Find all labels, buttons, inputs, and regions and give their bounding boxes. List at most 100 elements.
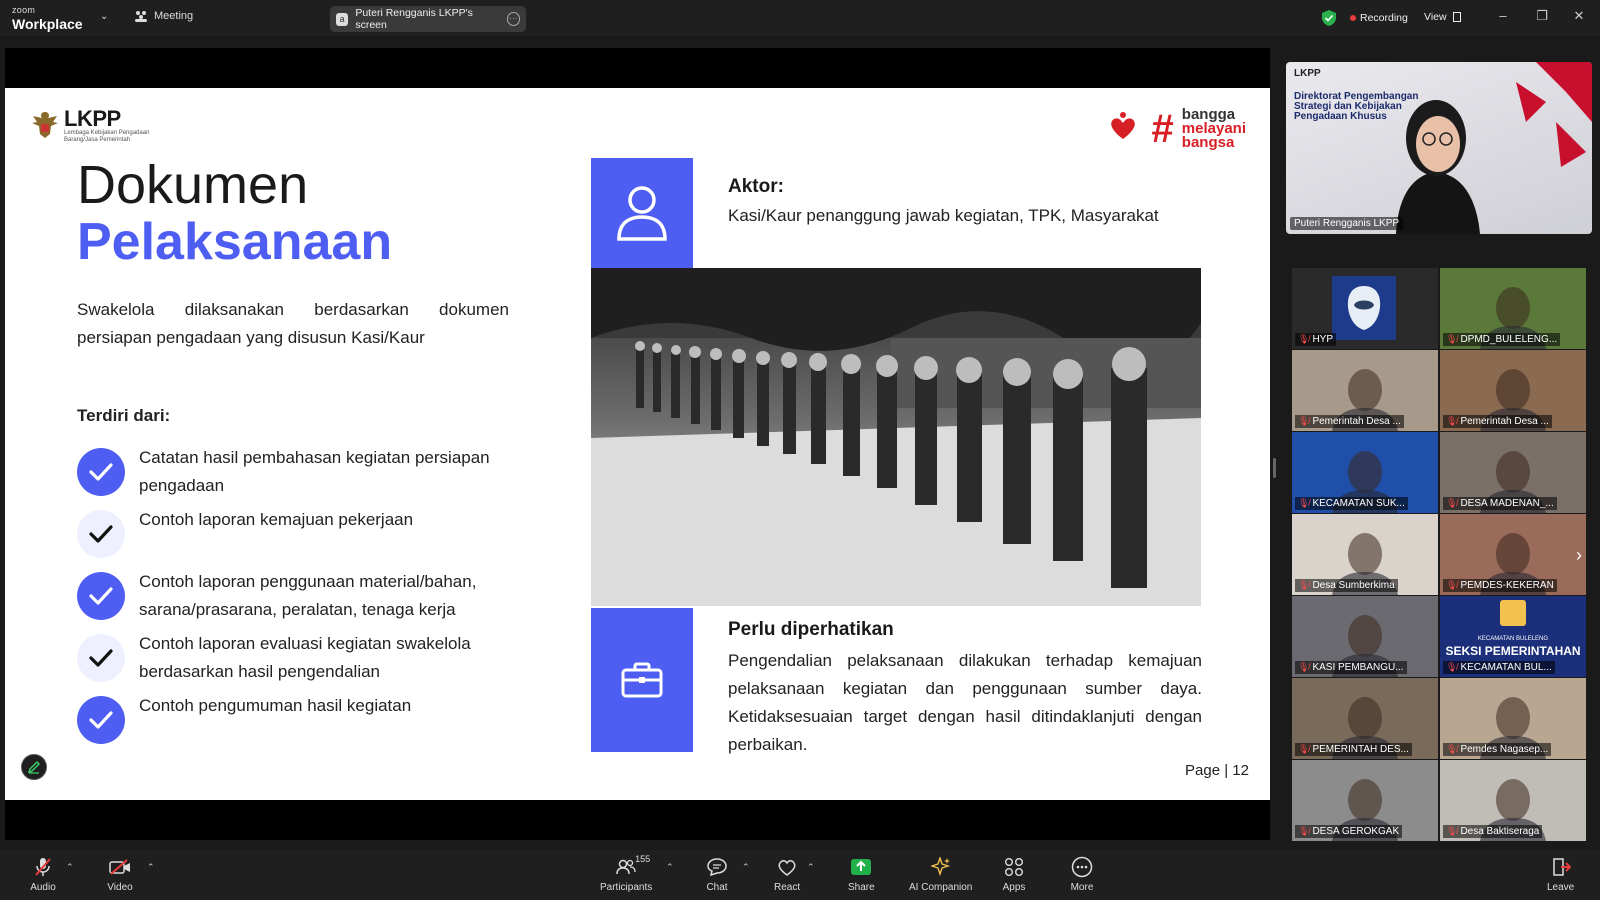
presentation-slide: LKPP Lembaga Kebijakan Pengadaan Barang/… <box>5 88 1270 800</box>
user-icon <box>617 186 667 241</box>
participant-name: Desa Baktiseraga <box>1460 826 1540 837</box>
leave-label: Leave <box>1547 882 1575 893</box>
checklist: Catatan hasil pembahasan kegiatan persia… <box>77 444 537 754</box>
video-options-caret-icon[interactable]: ⌃ <box>147 862 155 873</box>
participants-button[interactable]: 155 Participants <box>600 854 653 893</box>
meeting-controls-toolbar: Audio ⌃ Video ⌃ 155 Participants ⌃ Chat … <box>0 850 1600 900</box>
participants-icon <box>616 859 636 875</box>
leave-button[interactable]: Leave <box>1547 856 1574 893</box>
participant-name-label: 🎙︎̸ Desa Sumberkima <box>1295 579 1398 592</box>
participant-tile[interactable]: 🎙︎̸ DPMD_BULELENG... <box>1440 268 1586 349</box>
participant-name-label: 🎙︎̸ PEMDES-KEKERAN <box>1443 579 1557 592</box>
checklist-item-text: Contoh laporan penggunaan material/bahan… <box>139 572 477 619</box>
aktor-text: Kasi/Kaur penanggung jawab kegiatan, TPK… <box>728 206 1159 225</box>
more-options-icon[interactable]: ··· <box>506 12 520 26</box>
participant-name: DESA GEROKGAK <box>1312 826 1400 837</box>
participant-name: Desa Sumberkima <box>1312 580 1395 591</box>
heart-icon <box>778 860 796 876</box>
participant-tile[interactable]: 🎙︎̸ Pemerintah Desa ... <box>1292 350 1438 431</box>
share-button[interactable]: Share <box>848 856 875 893</box>
participant-tile[interactable]: 🎙︎̸ PEMDES-KEKERAN <box>1440 514 1586 595</box>
participants-label: Participants <box>600 882 653 893</box>
meeting-menu-button[interactable]: Meeting <box>134 10 193 22</box>
participant-tile[interactable]: 🎙︎̸ DESA GEROKGAK <box>1292 760 1438 841</box>
participant-tile[interactable]: 🎙︎̸ PEMERINTAH DES... <box>1292 678 1438 759</box>
recording-dot-icon <box>1350 15 1356 21</box>
checklist-item-text: Catatan hasil pembahasan kegiatan persia… <box>139 448 490 495</box>
video-button[interactable]: Video <box>107 856 133 893</box>
participant-name: HYP <box>1312 334 1333 345</box>
participant-name: Pemerintah Desa ... <box>1460 416 1549 427</box>
react-button[interactable]: React <box>774 856 800 893</box>
share-label: Puteri Rengganis LKPP's screen <box>355 7 473 31</box>
checklist-item: Contoh laporan penggunaan material/bahan… <box>77 568 537 630</box>
panel-resize-handle[interactable] <box>1273 458 1276 478</box>
chat-options-caret-icon[interactable]: ⌃ <box>742 862 750 873</box>
bangga-buatan-indonesia-icon <box>1110 112 1135 139</box>
chat-label: Chat <box>706 882 728 893</box>
perlu-icon-box <box>591 608 693 752</box>
video-label: Video <box>107 882 133 893</box>
restore-icon[interactable]: ❐ <box>1532 8 1552 24</box>
participant-name-label: 🎙︎̸ KECAMATAN SUK... <box>1295 497 1408 510</box>
participant-tile[interactable]: 🎙︎̸ KASI PEMBANGU... <box>1292 596 1438 677</box>
participant-tile[interactable]: 🎙︎̸ DESA MADENAN_... <box>1440 432 1586 513</box>
participant-tile[interactable]: 🎙︎̸ Desa Sumberkima <box>1292 514 1438 595</box>
checklist-item: Contoh pengumuman hasil kegiatan <box>77 692 537 754</box>
mic-muted-icon: 🎙︎̸ <box>1446 580 1458 590</box>
share-screen-up-arrow-icon <box>851 859 872 875</box>
logo-subtitle: Lembaga Kebijakan Pengadaan Barang/Jasa … <box>64 130 150 144</box>
checkmark-icon <box>77 510 125 558</box>
gallery-next-arrow-icon[interactable]: › <box>1576 545 1582 566</box>
hashtag-icon: # <box>1151 107 1174 151</box>
more-button[interactable]: More <box>1069 856 1095 893</box>
apps-icon <box>1005 858 1023 876</box>
recording-indicator[interactable]: Recording <box>1350 12 1408 24</box>
participant-tile[interactable]: 🎙︎̸ KECAMATAN SUK... <box>1292 432 1438 513</box>
lkpp-logo: LKPP Lembaga Kebijakan Pengadaan Barang/… <box>30 108 169 144</box>
react-options-caret-icon[interactable]: ⌃ <box>807 862 815 873</box>
chevron-down-icon[interactable]: ⌄ <box>100 11 108 22</box>
encryption-shield-icon[interactable] <box>1322 10 1336 26</box>
participant-tile[interactable]: 🎙︎̸ Desa Baktiseraga <box>1440 760 1586 841</box>
ai-companion-button[interactable]: AI Companion <box>909 856 972 893</box>
audio-button[interactable]: Audio <box>30 856 56 893</box>
checkmark-icon <box>77 634 125 682</box>
annotate-pen-button[interactable] <box>21 754 47 780</box>
mic-muted-icon: 🎙︎̸ <box>1298 498 1310 508</box>
participant-name-label: 🎙︎̸ HYP <box>1295 333 1336 346</box>
screen-share-indicator[interactable]: a Puteri Rengganis LKPP's screen ··· <box>330 6 526 32</box>
mic-muted-icon: 🎙︎̸ <box>1298 826 1310 836</box>
view-button[interactable]: View <box>1424 11 1461 23</box>
react-label: React <box>774 882 801 893</box>
participant-tile[interactable]: 🎙︎̸ HYP <box>1292 268 1438 349</box>
apps-button[interactable]: Apps <box>1001 856 1027 893</box>
participant-name-label: 🎙︎̸ Pemdes Nagasep... <box>1443 743 1552 756</box>
participant-tile[interactable]: 🎙︎̸ Pemerintah Desa ... <box>1440 350 1586 431</box>
workers-photo-image <box>591 268 1201 606</box>
participant-tile[interactable]: 🎙︎̸ Pemdes Nagasep... <box>1440 678 1586 759</box>
mic-muted-icon: 🎙︎̸ <box>1446 662 1458 672</box>
participant-name: Pemerintah Desa ... <box>1312 416 1401 427</box>
close-icon[interactable]: ✕ <box>1569 8 1589 24</box>
participant-tile[interactable]: KECAMATAN BULELENG SEKSI PEMERINTAHAN 🎙︎̸ K… <box>1440 596 1586 677</box>
minimize-icon[interactable]: – <box>1493 8 1513 23</box>
mic-muted-icon: 🎙︎̸ <box>1298 416 1310 426</box>
page-number: Page | 12 <box>1185 762 1249 779</box>
participant-name: Pemdes Nagasep... <box>1460 744 1549 755</box>
mic-muted-icon: 🎙︎̸ <box>1298 744 1310 754</box>
audio-options-caret-icon[interactable]: ⌃ <box>66 862 74 873</box>
checkmark-icon <box>77 572 125 620</box>
chat-button[interactable]: Chat <box>704 856 730 893</box>
speaker-person-image <box>1396 62 1592 234</box>
mic-muted-icon: 🎙︎̸ <box>1298 662 1310 672</box>
more-dots-icon <box>1071 856 1093 878</box>
checklist-item: Contoh laporan kemajuan pekerjaan <box>77 506 537 568</box>
participants-options-caret-icon[interactable]: ⌃ <box>666 862 674 873</box>
perlu-title: Perlu diperhatikan <box>728 619 894 640</box>
speaker-name-label: Puteri Rengganis LKPP <box>1290 217 1404 230</box>
zoom-workplace-logo[interactable]: zoom Workplace <box>12 6 83 32</box>
checkmark-icon <box>77 448 125 496</box>
active-speaker-video[interactable]: LKPP Direktorat Pengembangan Strategi da… <box>1286 62 1592 234</box>
share-screen-icon: a <box>336 12 349 26</box>
